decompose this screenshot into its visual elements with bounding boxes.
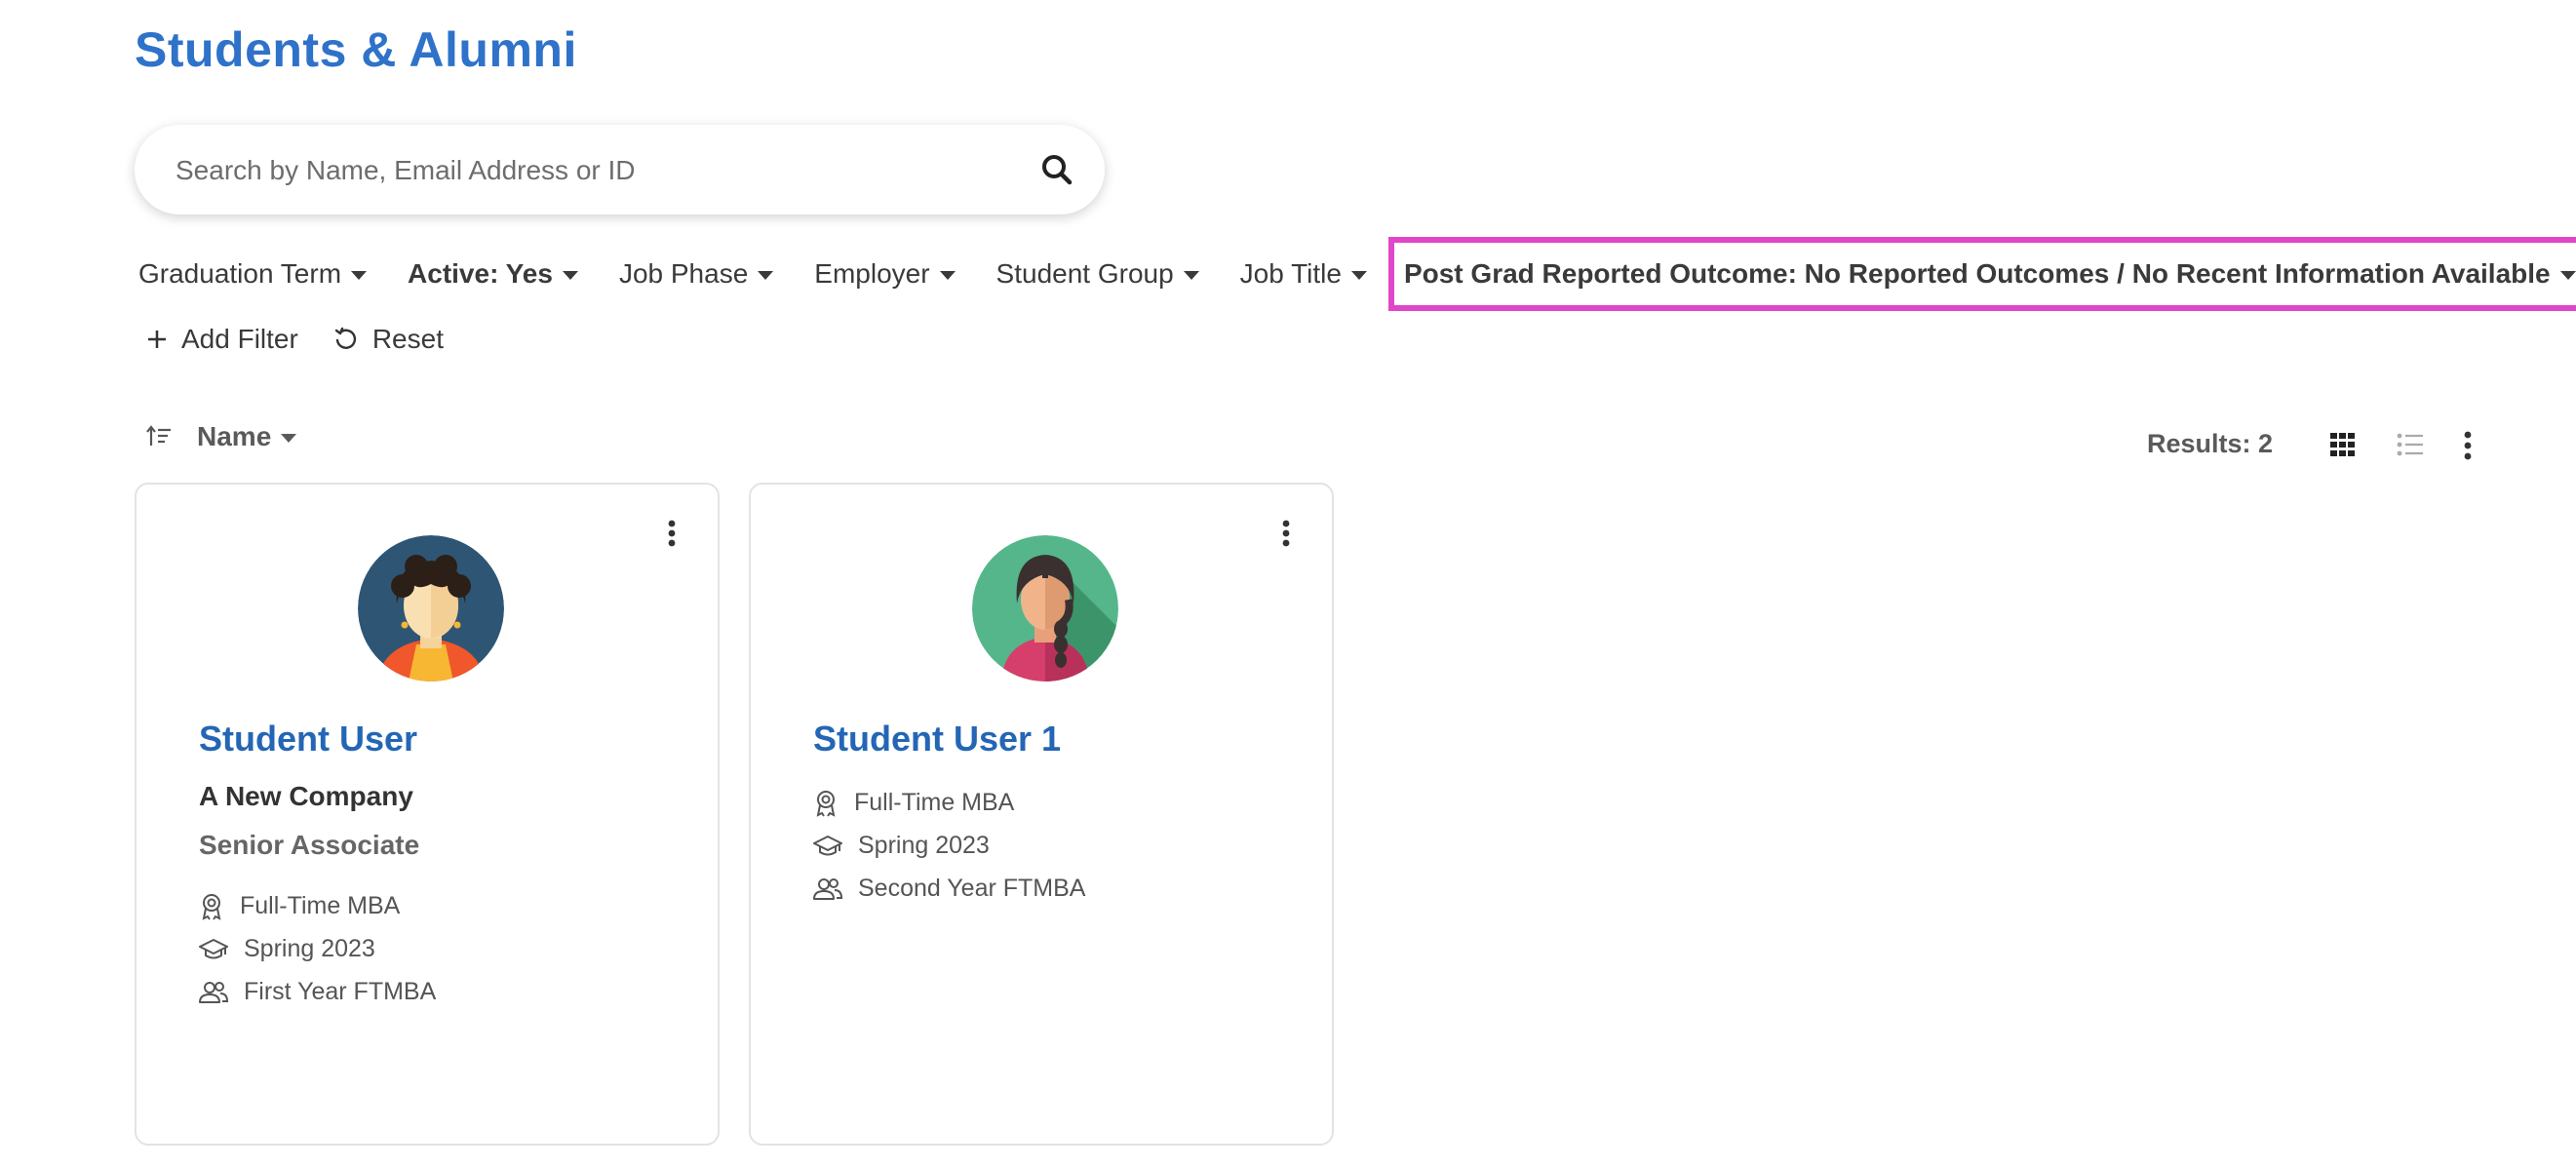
caret-down-icon: [939, 270, 956, 280]
term-row: Spring 2023: [199, 935, 375, 963]
filter-student-group[interactable]: Student Group: [996, 258, 1199, 290]
caret-down-icon: [281, 433, 297, 443]
reset-button[interactable]: Reset: [333, 324, 444, 355]
student-name-link[interactable]: Student User 1: [813, 719, 1061, 759]
caret-down-icon: [758, 270, 774, 280]
filter-label: Employer: [814, 258, 930, 289]
filter-label: Active: Yes: [408, 258, 553, 289]
student-card[interactable]: Student User A New Company Senior Associ…: [135, 483, 720, 1146]
plus-icon: [148, 331, 166, 348]
search-icon[interactable]: [1040, 153, 1073, 186]
users-icon: [199, 981, 228, 1003]
graduation-cap-icon: [813, 835, 842, 855]
award-icon: [202, 893, 221, 920]
reset-label: Reset: [371, 324, 444, 354]
filter-job-title[interactable]: Job Title: [1240, 258, 1367, 290]
graduation-cap-icon: [199, 938, 228, 958]
reset-icon: [334, 327, 356, 349]
student-card[interactable]: Student User 1 Full-Time MBA Spring 2023…: [749, 483, 1334, 1146]
term-row: Spring 2023: [813, 832, 990, 860]
sort-icon: [146, 425, 171, 446]
add-filter-label: Add Filter: [181, 324, 298, 354]
filter-label: Job Title: [1239, 258, 1342, 289]
card-menu-icon[interactable]: [1281, 520, 1291, 547]
caret-down-icon: [1350, 270, 1367, 280]
caret-down-icon: [562, 270, 578, 280]
page-title: Students & Alumni: [135, 22, 577, 77]
student-name-link[interactable]: Student User: [199, 719, 417, 759]
card-menu-icon[interactable]: [667, 520, 677, 547]
program-row: Full-Time MBA: [813, 789, 1014, 817]
woman-avatar-icon: [358, 535, 504, 681]
filter-actions: Add Filter Reset: [146, 324, 479, 355]
results-bar: Results: 2: [2147, 421, 2576, 468]
filter-label: Post Grad Reported Outcome: No Reported …: [1403, 258, 2551, 289]
list-view-icon[interactable]: [2397, 433, 2424, 456]
woman-braid-avatar-icon: [972, 535, 1118, 681]
more-options-icon[interactable]: [2463, 431, 2473, 460]
sort-label: Name: [197, 421, 272, 451]
filter-job-phase[interactable]: Job Phase: [618, 258, 774, 290]
filter-employer[interactable]: Employer: [814, 258, 956, 290]
filter-graduation-term[interactable]: Graduation Term: [138, 258, 368, 290]
program-text: Full-Time MBA: [854, 789, 1015, 816]
program-text: Full-Time MBA: [240, 892, 401, 919]
term-text: Spring 2023: [858, 832, 990, 859]
group-row: Second Year FTMBA: [813, 875, 1085, 903]
filter-label: Job Phase: [618, 258, 749, 289]
group-text: Second Year FTMBA: [858, 875, 1086, 902]
award-icon: [816, 790, 836, 817]
group-text: First Year FTMBA: [244, 978, 437, 1005]
users-icon: [813, 877, 842, 900]
caret-down-icon: [1183, 270, 1199, 280]
caret-down-icon: [351, 270, 368, 280]
add-filter-button[interactable]: Add Filter: [146, 324, 298, 355]
search-input[interactable]: [174, 125, 1016, 216]
filter-label: Student Group: [995, 258, 1174, 289]
program-row: Full-Time MBA: [199, 892, 400, 920]
results-count: Results: 2: [2147, 429, 2274, 458]
search-box: [135, 125, 1105, 216]
filter-post-grad-outcome[interactable]: Post Grad Reported Outcome: No Reported …: [1387, 237, 2576, 311]
job-title: Senior Associate: [199, 830, 420, 860]
group-row: First Year FTMBA: [199, 978, 436, 1006]
caret-down-icon: [2559, 270, 2576, 280]
grid-view-icon[interactable]: [2330, 433, 2356, 456]
company-name: A New Company: [199, 781, 413, 811]
filter-label: Graduation Term: [138, 258, 342, 289]
filter-active[interactable]: Active: Yes: [408, 258, 578, 290]
filter-bar: Graduation Term Active: Yes Job Phase Em…: [135, 237, 2576, 311]
term-text: Spring 2023: [244, 935, 375, 962]
sort-control[interactable]: Name: [146, 421, 297, 452]
